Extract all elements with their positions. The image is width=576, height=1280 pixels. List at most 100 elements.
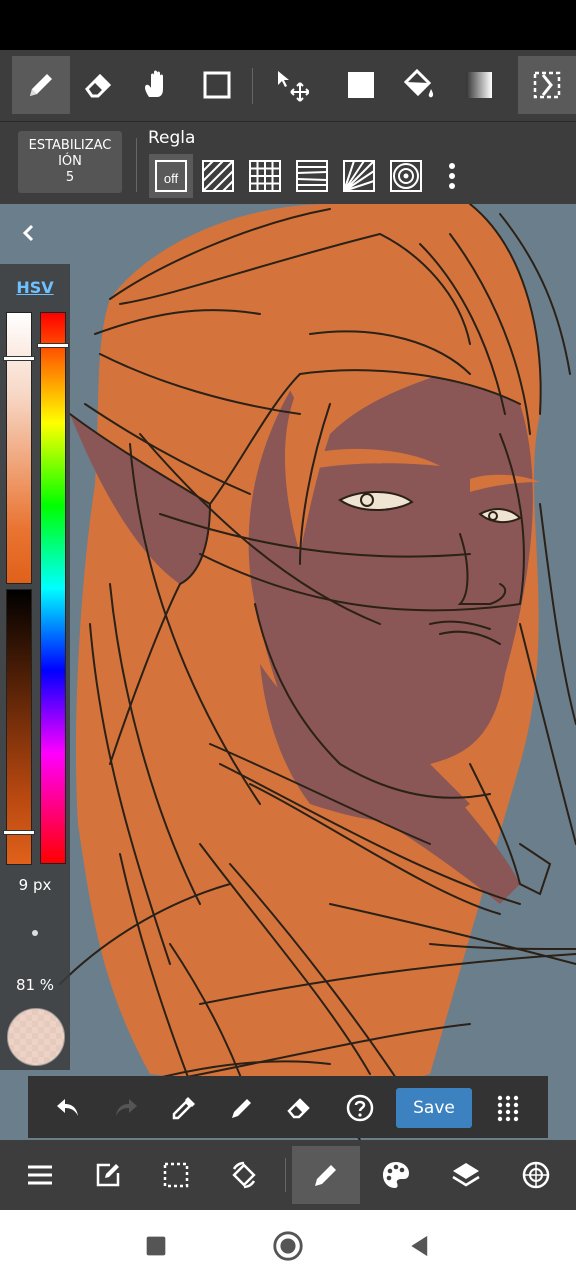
- back-triangle-icon: [411, 1235, 428, 1257]
- gradient-icon: [466, 72, 492, 98]
- bottom-navigation: [0, 1140, 576, 1210]
- quick-eraser-button[interactable]: [280, 1088, 320, 1128]
- quick-pen-button[interactable]: [222, 1088, 262, 1128]
- move-tool-button[interactable]: [262, 56, 320, 114]
- nav-divider: [285, 1158, 286, 1192]
- square-icon: [146, 1236, 166, 1256]
- layers-icon: [452, 1163, 480, 1187]
- hue-slider[interactable]: [40, 312, 66, 864]
- palette-button[interactable]: [362, 1146, 430, 1204]
- globe-icon: [522, 1161, 550, 1189]
- hue-slider-handle[interactable]: [37, 343, 69, 348]
- saturation-slider-handle[interactable]: [3, 356, 35, 361]
- filled-square-icon: [348, 72, 374, 98]
- pencil-icon: [232, 1099, 251, 1118]
- stabilizer-label-1: ESTABILIZAC: [28, 138, 112, 153]
- horizontal-lines-icon: [296, 160, 328, 192]
- menu-button[interactable]: [6, 1146, 74, 1204]
- more-options-button[interactable]: [432, 154, 472, 198]
- ruler-label: Regla: [148, 128, 196, 148]
- color-mode-toggle[interactable]: HSV: [0, 278, 70, 297]
- brush-size-preview: [32, 930, 38, 936]
- chevron-left-icon: [22, 224, 34, 242]
- redo-button[interactable]: [106, 1088, 146, 1128]
- stabilizer-value: 5: [65, 170, 75, 185]
- color-panel: HSV 9 px 81 %: [0, 264, 70, 1070]
- brush-settings-bar: ESTABILIZAC IÓN 5 Regla off: [0, 122, 576, 204]
- opacity-label[interactable]: 81 %: [0, 976, 70, 994]
- bucket-tool-button[interactable]: [390, 56, 448, 114]
- settings-button[interactable]: [502, 1146, 570, 1204]
- brush-size-label[interactable]: 9 px: [0, 876, 70, 894]
- fill-color-tool-button[interactable]: [332, 56, 390, 114]
- top-toolbar: [0, 50, 576, 122]
- home-circle-icon: [273, 1231, 303, 1261]
- help-button[interactable]: [340, 1088, 380, 1128]
- brush-nav-button[interactable]: [292, 1146, 360, 1204]
- edit-icon: [96, 1163, 120, 1187]
- value-slider-handle[interactable]: [3, 830, 35, 835]
- save-button[interactable]: Save: [396, 1088, 472, 1128]
- stabilizer-label-2: IÓN: [58, 154, 82, 169]
- redo-icon: [116, 1099, 137, 1116]
- back-button[interactable]: [402, 1228, 438, 1264]
- brush-tool-button[interactable]: [12, 56, 70, 114]
- ruler-perspective-button[interactable]: [290, 154, 334, 198]
- palette-icon: [383, 1162, 409, 1188]
- concentric-circles-icon: [390, 160, 422, 192]
- value-slider[interactable]: [6, 589, 32, 865]
- more-tools-button[interactable]: [488, 1088, 528, 1128]
- ruler-grid-button[interactable]: [243, 154, 287, 198]
- hamburger-menu-icon: [28, 1165, 52, 1185]
- drawing-canvas[interactable]: [0, 204, 576, 1140]
- radial-lines-icon: [343, 160, 375, 192]
- more-vert-icon: [449, 163, 455, 189]
- dashed-square-icon: [163, 1162, 189, 1188]
- undo-button[interactable]: [48, 1088, 88, 1128]
- eraser-icon: [85, 73, 112, 98]
- selection-button[interactable]: [142, 1146, 210, 1204]
- saturation-slider[interactable]: [6, 312, 32, 584]
- gradient-tool-button[interactable]: [450, 56, 508, 114]
- edit-button[interactable]: [74, 1146, 142, 1204]
- grid-dots-icon: [497, 1095, 519, 1122]
- ruler-off-button[interactable]: off: [149, 154, 193, 198]
- eraser-tool-button[interactable]: [70, 56, 128, 114]
- hand-tool-button[interactable]: [128, 56, 186, 114]
- ruler-radial-button[interactable]: [337, 154, 381, 198]
- transform-button[interactable]: [210, 1146, 278, 1204]
- status-bar: [0, 0, 576, 50]
- rotate-icon: [232, 1161, 256, 1189]
- dashed-selection-icon: [533, 71, 561, 99]
- hand-icon: [145, 70, 163, 97]
- system-navigation-bar: [0, 1210, 576, 1280]
- eyedropper-icon: [172, 1097, 195, 1120]
- eraser-icon: [287, 1098, 310, 1119]
- rectangle-tool-button[interactable]: [188, 56, 246, 114]
- grid-icon: [249, 160, 281, 192]
- move-icon: [278, 71, 309, 102]
- home-button[interactable]: [270, 1228, 306, 1264]
- eyedropper-button[interactable]: [164, 1088, 204, 1128]
- stabilizer-button[interactable]: ESTABILIZAC IÓN 5: [18, 131, 122, 193]
- recent-apps-button[interactable]: [138, 1228, 174, 1264]
- pencil-icon: [30, 74, 52, 96]
- help-icon: [346, 1094, 374, 1122]
- layers-button[interactable]: [432, 1146, 500, 1204]
- quick-tools-bar: Save: [28, 1076, 548, 1138]
- ruler-off-icon: off: [155, 160, 187, 192]
- rectangle-icon: [203, 71, 231, 99]
- artwork: [59, 204, 576, 1140]
- collapse-panel-button[interactable]: [14, 218, 44, 248]
- parallel-lines-icon: [202, 160, 234, 192]
- undo-icon: [57, 1099, 78, 1116]
- toolbar-divider: [252, 68, 253, 104]
- selection-tool-button[interactable]: [518, 56, 576, 114]
- subbar-divider: [136, 138, 137, 192]
- paint-bucket-icon: [403, 68, 434, 98]
- ruler-parallel-button[interactable]: [196, 154, 240, 198]
- current-color-swatch[interactable]: [7, 1008, 65, 1066]
- ruler-off-text: off: [164, 171, 179, 186]
- ruler-concentric-button[interactable]: [384, 154, 428, 198]
- pencil-icon: [315, 1165, 336, 1186]
